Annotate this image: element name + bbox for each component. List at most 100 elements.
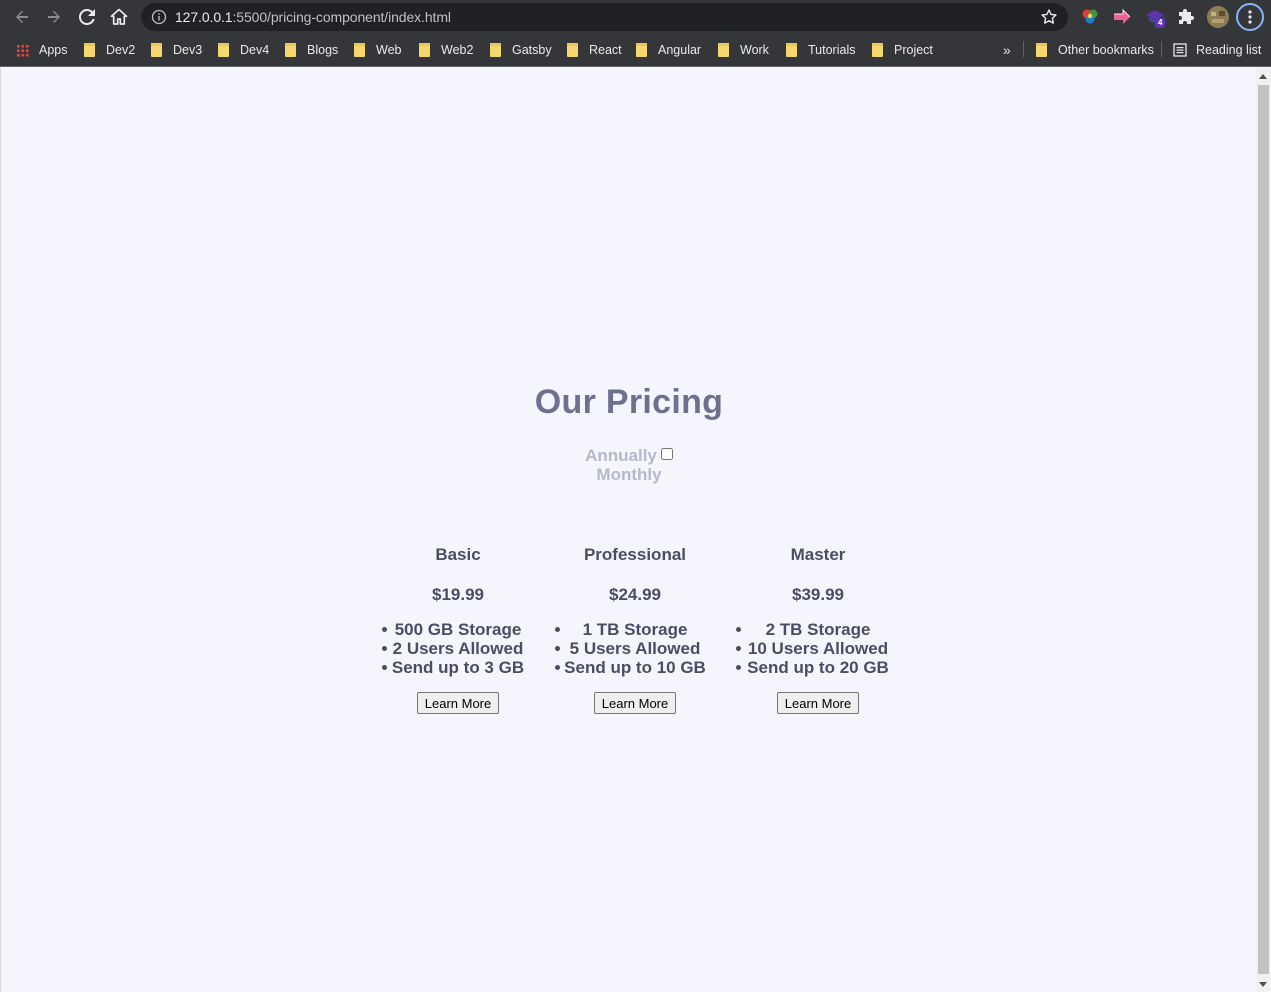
feature-item: 2 Users Allowed bbox=[382, 639, 534, 658]
feature-item: 5 Users Allowed bbox=[555, 639, 715, 658]
feature-item: Send up to 3 GB bbox=[382, 658, 534, 677]
bookmark-folder-angular[interactable]: Angular bbox=[636, 40, 701, 60]
bookmark-label: Web bbox=[376, 43, 402, 57]
folder-icon bbox=[567, 43, 578, 57]
star-icon[interactable] bbox=[1040, 8, 1058, 26]
reading-list-icon bbox=[1173, 43, 1187, 57]
monthly-label: Monthly bbox=[596, 465, 662, 484]
bookmark-folder-work[interactable]: Work bbox=[718, 40, 769, 60]
feature-item: 500 GB Storage bbox=[382, 620, 534, 639]
bullet-icon bbox=[736, 665, 741, 670]
graduation-extension-icon[interactable]: 4 bbox=[1145, 7, 1169, 28]
bookmark-apps[interactable]: Apps bbox=[16, 40, 68, 60]
arrow-extension-icon[interactable] bbox=[1112, 7, 1132, 27]
url-text: 127.0.0.1:5500/pricing-component/index.h… bbox=[175, 9, 451, 25]
bullet-icon bbox=[736, 627, 741, 632]
bookmarks-overflow-button[interactable]: » bbox=[1003, 40, 1011, 60]
scroll-down-arrow-icon[interactable] bbox=[1259, 982, 1267, 987]
browser-toolbar: 127.0.0.1:5500/pricing-component/index.h… bbox=[0, 0, 1271, 34]
avatar-pattern-icon bbox=[1207, 6, 1229, 28]
bookmark-folder-dev2[interactable]: Dev2 bbox=[84, 40, 135, 60]
home-icon bbox=[110, 8, 128, 25]
bookmark-folder-dev3[interactable]: Dev3 bbox=[151, 40, 202, 60]
plan-price: $24.99 bbox=[609, 585, 661, 604]
profile-avatar[interactable] bbox=[1207, 6, 1229, 28]
bookmarks-divider bbox=[1023, 41, 1024, 57]
annually-row: Annually bbox=[1, 446, 1257, 465]
vertical-scrollbar[interactable] bbox=[1256, 68, 1271, 992]
bookmark-folder-project[interactable]: Project bbox=[872, 40, 933, 60]
learn-more-button[interactable]: Learn More bbox=[416, 692, 500, 714]
folder-icon bbox=[151, 43, 162, 57]
color-picker-extension-icon[interactable] bbox=[1080, 7, 1100, 27]
feature-list: 500 GB Storage 2 Users Allowed Send up t… bbox=[382, 620, 534, 677]
bookmark-folder-blogs[interactable]: Blogs bbox=[285, 40, 338, 60]
folder-icon bbox=[84, 43, 95, 57]
feature-item: 2 TB Storage bbox=[736, 620, 900, 639]
bookmark-label: Apps bbox=[39, 43, 68, 57]
bookmark-folder-react[interactable]: React bbox=[567, 40, 622, 60]
feature-item: Send up to 10 GB bbox=[555, 658, 715, 677]
bullet-icon bbox=[555, 627, 560, 632]
bookmark-folder-tutorials[interactable]: Tutorials bbox=[786, 40, 855, 60]
forward-button[interactable] bbox=[42, 5, 66, 29]
bookmark-label: Web2 bbox=[441, 43, 474, 57]
bullet-icon bbox=[736, 646, 741, 651]
feature-text: 2 Users Allowed bbox=[392, 639, 524, 658]
bookmark-label: Blogs bbox=[307, 43, 339, 57]
bookmark-label: Dev4 bbox=[240, 43, 270, 57]
reload-button[interactable] bbox=[75, 5, 99, 29]
menu-button[interactable] bbox=[1236, 3, 1264, 31]
feature-item: 1 TB Storage bbox=[555, 620, 715, 639]
plan-card-master: Master $39.99 2 TB Storage 10 Users Allo… bbox=[736, 545, 900, 714]
bullet-icon bbox=[382, 646, 387, 651]
address-bar[interactable]: 127.0.0.1:5500/pricing-component/index.h… bbox=[141, 3, 1068, 31]
folder-icon bbox=[786, 43, 797, 57]
bookmark-label: Gatsby bbox=[512, 43, 552, 57]
plan-name: Master bbox=[790, 545, 846, 564]
home-button[interactable] bbox=[107, 5, 131, 29]
bullet-icon bbox=[555, 665, 560, 670]
plan-card-basic: Basic $19.99 500 GB Storage 2 Users Allo… bbox=[382, 545, 534, 714]
feature-text: 1 TB Storage bbox=[582, 620, 688, 639]
bullet-icon bbox=[382, 627, 387, 632]
scrollbar-thumb[interactable] bbox=[1258, 85, 1269, 974]
bookmark-folder-gatsby[interactable]: Gatsby bbox=[490, 40, 552, 60]
feature-text: Send up to 20 GB bbox=[747, 658, 889, 677]
folder-icon bbox=[490, 43, 501, 57]
folder-icon bbox=[636, 43, 647, 57]
scroll-up-arrow-icon[interactable] bbox=[1259, 74, 1267, 79]
feature-text: Send up to 3 GB bbox=[391, 658, 525, 677]
bookmark-label: Tutorials bbox=[808, 43, 856, 57]
bookmark-label: Project bbox=[894, 43, 933, 57]
puzzle-icon[interactable] bbox=[1177, 7, 1197, 27]
arrow-left-icon bbox=[16, 10, 28, 23]
bookmark-label: React bbox=[589, 43, 622, 57]
billing-toggle: Annually Monthly bbox=[1, 446, 1257, 484]
bullet-icon bbox=[555, 646, 560, 651]
learn-more-button[interactable]: Learn More bbox=[776, 692, 860, 714]
bookmarks-divider bbox=[1161, 41, 1162, 57]
bookmark-label: Other bookmarks bbox=[1058, 43, 1154, 57]
reading-list-label: Reading list bbox=[1196, 43, 1262, 57]
bookmark-folder-other[interactable]: Other bookmarks bbox=[1036, 40, 1154, 60]
plan-name: Basic bbox=[435, 545, 481, 564]
folder-icon bbox=[419, 43, 430, 57]
feature-list: 2 TB Storage 10 Users Allowed Send up to… bbox=[736, 620, 900, 677]
bookmark-folder-web2[interactable]: Web2 bbox=[419, 40, 473, 60]
feature-item: 10 Users Allowed bbox=[736, 639, 900, 658]
page-title: Our Pricing bbox=[534, 383, 724, 421]
billing-toggle-checkbox[interactable] bbox=[660, 448, 673, 460]
info-icon[interactable] bbox=[151, 9, 167, 25]
feature-text: 2 TB Storage bbox=[765, 620, 871, 639]
feature-text: 500 GB Storage bbox=[394, 620, 522, 639]
folder-icon bbox=[354, 43, 365, 57]
bookmark-folder-dev4[interactable]: Dev4 bbox=[218, 40, 269, 60]
back-button[interactable] bbox=[10, 5, 34, 29]
arrow-right-icon bbox=[48, 10, 60, 23]
learn-more-button[interactable]: Learn More bbox=[593, 692, 677, 714]
extension-badge: 4 bbox=[1155, 18, 1166, 28]
kebab-menu-icon bbox=[1248, 10, 1252, 24]
bookmark-folder-web[interactable]: Web bbox=[354, 40, 401, 60]
reading-list-button[interactable]: Reading list bbox=[1173, 40, 1261, 60]
